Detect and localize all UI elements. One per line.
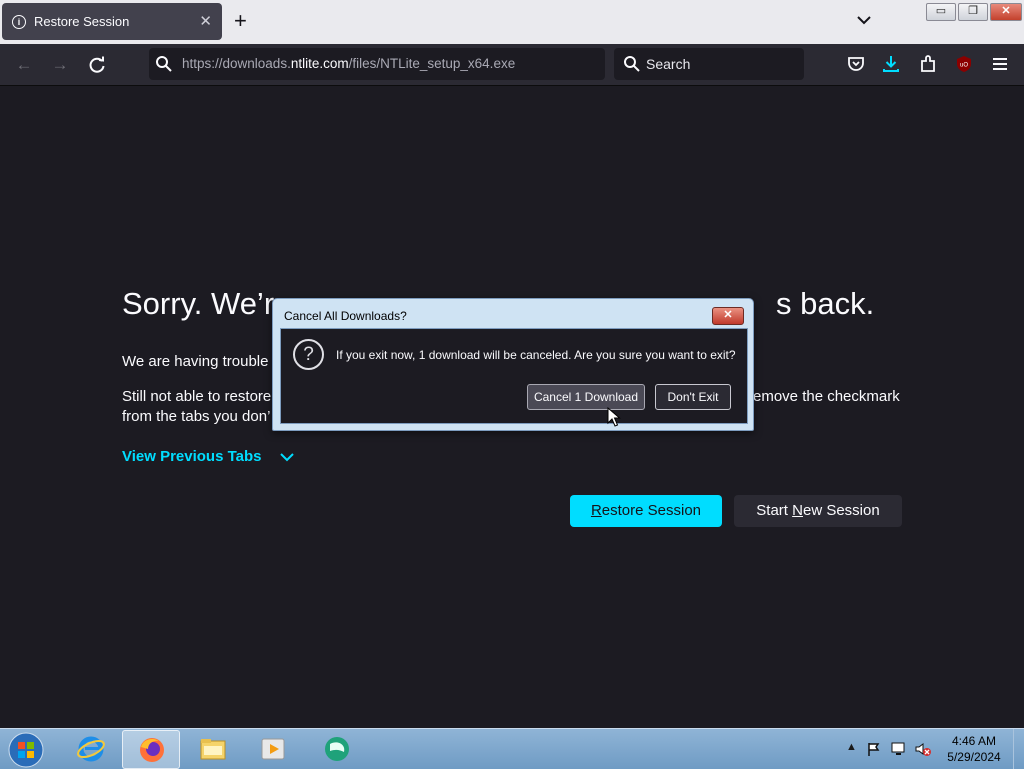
search-icon: [156, 56, 172, 72]
taskbar-file-explorer[interactable]: [184, 730, 240, 767]
page-title: Sorry. We’r s back.: [122, 286, 875, 321]
dont-exit-button[interactable]: Don't Exit: [655, 384, 731, 410]
window-close-button[interactable]: ✕: [990, 3, 1022, 21]
dialog-message: If you exit now, 1 download will be canc…: [336, 348, 736, 362]
address-bar[interactable]: https://downloads.ntlite.com/files/NTLit…: [149, 48, 605, 80]
mouse-cursor-icon: [607, 407, 621, 427]
show-hidden-icons-arrow-icon[interactable]: ▲: [846, 741, 857, 753]
list-all-tabs-chevron-icon[interactable]: [854, 10, 874, 30]
view-previous-tabs-link[interactable]: View Previous Tabs: [122, 448, 262, 465]
taskbar-media-player[interactable]: [244, 730, 300, 767]
system-clock[interactable]: 4:46 AM 5/29/2024: [936, 733, 1012, 765]
tab-title: Restore Session: [34, 14, 130, 29]
restore-hint-line2: from the tabs you don’: [122, 408, 271, 425]
reload-icon[interactable]: [86, 54, 108, 76]
cancel-downloads-dialog: Cancel All Downloads? ✕ ? If you exit no…: [272, 298, 754, 431]
restore-down-button[interactable]: ❐: [958, 3, 988, 21]
minimize-button[interactable]: ▭: [926, 3, 956, 21]
hamburger-menu-icon[interactable]: [990, 54, 1010, 74]
clock-time: 4:46 AM: [951, 734, 997, 748]
dialog-close-button[interactable]: ✕: [712, 307, 744, 325]
taskbar-internet-explorer[interactable]: [62, 730, 118, 767]
chevron-down-icon[interactable]: [278, 448, 296, 466]
media-player-icon: [261, 738, 285, 760]
start-new-session-button[interactable]: Start New Session: [734, 495, 902, 527]
svg-text:uO: uO: [960, 63, 968, 69]
show-desktop-button[interactable]: [1013, 729, 1024, 769]
taskbar-firefox[interactable]: [122, 730, 180, 769]
info-icon: i: [12, 15, 26, 29]
start-button-icon[interactable]: [6, 731, 46, 769]
question-icon: ?: [293, 339, 324, 370]
search-placeholder: Search: [646, 56, 691, 72]
clock-date: 5/29/2024: [947, 750, 1001, 764]
volume-muted-icon[interactable]: [914, 741, 932, 757]
tab-strip: i Restore Session ✕ + ▭ ❐ ✕: [0, 0, 1024, 44]
chat-app-icon: [325, 737, 349, 761]
internet-explorer-icon: [77, 736, 105, 762]
url-text: https://downloads.ntlite.com/files/NTLit…: [182, 56, 516, 71]
back-button[interactable]: ←: [13, 54, 35, 76]
tab-restore-session[interactable]: i Restore Session ✕: [2, 3, 222, 40]
dialog-body: ? If you exit now, 1 download will be ca…: [280, 328, 748, 424]
pocket-icon[interactable]: [846, 54, 866, 74]
restore-hint-left: Still not able to restore: [122, 388, 272, 405]
downloads-icon[interactable]: [881, 54, 901, 74]
extensions-icon[interactable]: [918, 54, 938, 74]
search-bar[interactable]: Search: [614, 48, 804, 80]
folder-icon: [200, 739, 226, 760]
taskbar: ▲ 4:46 AM 5/29/2024: [0, 728, 1024, 769]
nav-toolbar: ← → https://downloads.ntlite.com/files/N…: [0, 44, 1024, 86]
dialog-title: Cancel All Downloads?: [284, 309, 407, 323]
forward-button[interactable]: →: [49, 54, 71, 76]
action-center-flag-icon[interactable]: [866, 741, 882, 757]
restore-hint-right: emove the checkmark: [753, 388, 900, 405]
tab-close-button[interactable]: ✕: [199, 12, 212, 30]
restore-session-button[interactable]: Restore Session: [570, 495, 722, 527]
search-icon: [624, 56, 640, 72]
network-icon[interactable]: [890, 741, 908, 757]
ublock-origin-icon[interactable]: uO: [954, 54, 974, 74]
firefox-icon: [140, 738, 164, 762]
new-tab-button[interactable]: +: [234, 9, 247, 33]
taskbar-app[interactable]: [308, 730, 364, 767]
trouble-text: We are having trouble: [122, 353, 269, 370]
cancel-download-button[interactable]: Cancel 1 Download: [527, 384, 645, 410]
